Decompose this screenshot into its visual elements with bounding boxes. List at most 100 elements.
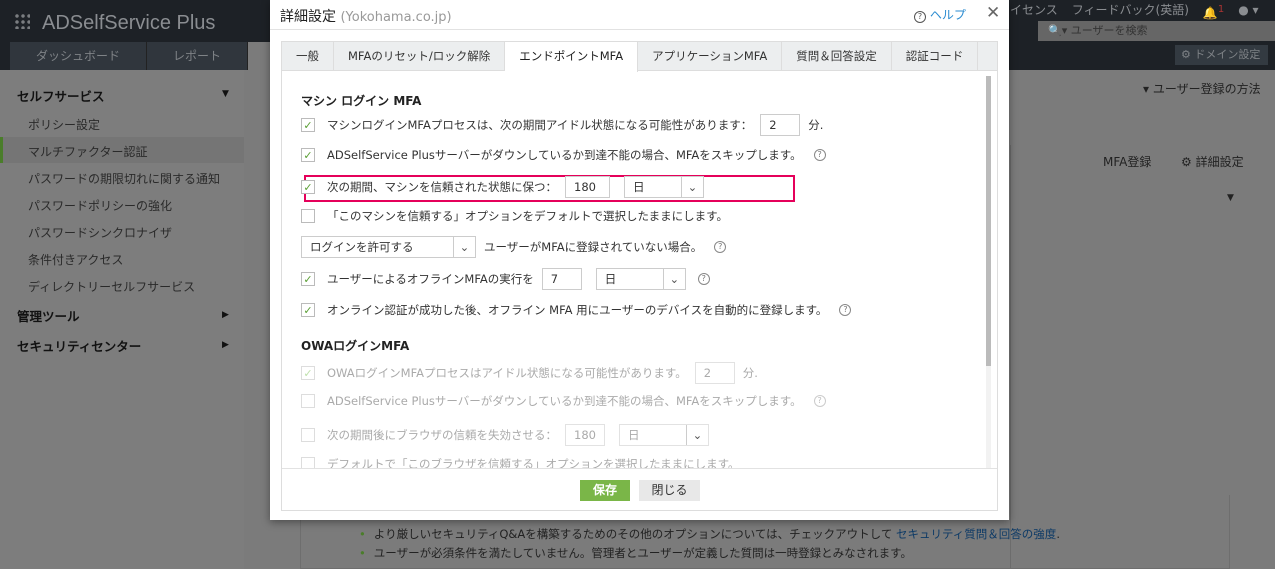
owa-idle-label: OWAログインMFAプロセスはアイドル状態になる可能性があります。 bbox=[327, 366, 687, 380]
endpoint-mfa-settings: マシン ログイン MFA ✓ マシンログインMFAプロセスは、次の期間アイドル状態… bbox=[282, 72, 982, 468]
not-enrolled-action-select[interactable]: ログインを許可する ⌄ bbox=[301, 236, 476, 258]
owa-idle-unit: 分. bbox=[742, 366, 758, 380]
sidebar-item-expiry-notification[interactable]: パスワードの期限切れに関する通知 bbox=[28, 170, 220, 187]
tab-general[interactable]: 一般 bbox=[282, 42, 334, 70]
tab-qa-settings[interactable]: 質問＆回答設定 bbox=[782, 42, 892, 70]
sidebar-item-directory-self-service[interactable]: ディレクトリーセルフサービス bbox=[28, 278, 195, 295]
machine-trust-default-checkbox[interactable] bbox=[301, 209, 315, 223]
settings-tabs: 一般 MFAのリセット/ロック解除 エンドポイントMFA アプリケーションMFA… bbox=[282, 42, 997, 72]
machine-trust-checkbox[interactable]: ✓ bbox=[301, 180, 315, 194]
bullet-text: より厳しいセキュリティQ&Aを構築するためのその他のオプションについては、チェッ… bbox=[373, 527, 896, 541]
dialog-header: 詳細設定 (Yokohama.co.jp) ? ヘルプ ✕ bbox=[270, 0, 1009, 30]
chevron-down-icon: ⌄ bbox=[686, 425, 708, 445]
owa-expire-label: 次の期間後にブラウザの信頼を失効させる： bbox=[327, 428, 557, 442]
machine-idle-unit: 分. bbox=[808, 118, 824, 132]
owa-idle-input[interactable]: 2 bbox=[694, 362, 735, 384]
help-icon: ? bbox=[914, 11, 926, 23]
machine-skip-label: ADSelfService Plusサーバーがダウンしているか到達不能の場合、M… bbox=[327, 148, 802, 162]
owa-skip-checkbox[interactable] bbox=[301, 394, 315, 408]
bullet-end: . bbox=[1056, 527, 1060, 541]
caret-down-icon: ▼ bbox=[222, 89, 229, 99]
owa-expire-input[interactable]: 180 bbox=[565, 424, 605, 446]
nav-tab-reports[interactable]: レポート bbox=[147, 42, 249, 70]
machine-trust-label: 次の期間、マシンを信頼された状態に保つ： bbox=[327, 180, 557, 194]
mfa-enroll-button[interactable]: MFA登録 bbox=[1103, 153, 1151, 170]
owa-expire-unit-select[interactable]: 日 ⌄ bbox=[619, 424, 709, 446]
machine-idle-checkbox[interactable]: ✓ bbox=[301, 118, 315, 132]
offline-mfa-unit-select[interactable]: 日 ⌄ bbox=[595, 268, 686, 290]
sidebar-item-conditional-access[interactable]: 条件付きアクセス bbox=[28, 251, 123, 268]
owa-expire-checkbox[interactable] bbox=[301, 428, 315, 442]
advanced-settings-button[interactable]: ⚙ 詳細設定 bbox=[1181, 153, 1244, 170]
sidebar-item-password-policy[interactable]: パスワードポリシーの強化 bbox=[28, 197, 172, 214]
help-link[interactable]: ? ヘルプ bbox=[910, 6, 966, 23]
license-link[interactable]: イセンス bbox=[1010, 0, 1058, 20]
sidebar-item-policy[interactable]: ポリシー設定 bbox=[28, 116, 100, 133]
sidebar-section-security-center[interactable]: セキュリティセンター bbox=[17, 336, 141, 355]
help-icon[interactable]: ? bbox=[813, 395, 826, 407]
owa-idle-checkbox[interactable]: ✓ bbox=[301, 366, 315, 380]
info-bullet: ユーザーが必須条件を満たしていません。管理者とユーザーが定義した質問は一時登録と… bbox=[359, 545, 912, 561]
tab-verification-code[interactable]: 認証コード bbox=[892, 42, 979, 70]
machine-trust-unit-select[interactable]: 日 ⌄ bbox=[624, 176, 704, 198]
advanced-settings-dialog: 詳細設定 (Yokohama.co.jp) ? ヘルプ ✕ 一般 MFAのリセッ… bbox=[270, 0, 1009, 520]
bell-icon[interactable]: 🔔1 bbox=[1203, 0, 1224, 20]
apps-grid-icon[interactable] bbox=[14, 13, 30, 29]
tab-mfa-reset[interactable]: MFAのリセット/ロック解除 bbox=[334, 42, 506, 70]
search-placeholder: ユーザーを検索 bbox=[1070, 24, 1148, 37]
domain-settings-button[interactable]: ⚙ ドメイン設定 bbox=[1175, 45, 1268, 65]
help-icon[interactable]: ? bbox=[697, 273, 710, 285]
security-qa-strength-link[interactable]: セキュリティ質問＆回答の強度 bbox=[896, 527, 1056, 541]
help-icon[interactable]: ? bbox=[839, 304, 852, 316]
help-label: ヘルプ bbox=[929, 8, 966, 22]
help-icon[interactable]: ? bbox=[813, 149, 826, 161]
save-button[interactable]: 保存 bbox=[580, 480, 630, 501]
not-enrolled-label: ユーザーがMFAに登録されていない場合。 bbox=[484, 240, 703, 254]
owa-skip-label: ADSelfService Plusサーバーがダウンしているか到達不能の場合、M… bbox=[327, 394, 802, 408]
machine-skip-checkbox[interactable]: ✓ bbox=[301, 148, 315, 162]
sidebar-section-admin-tools[interactable]: 管理ツール bbox=[17, 306, 80, 325]
offline-mfa-input[interactable]: 7 bbox=[541, 268, 582, 290]
close-button[interactable]: 閉じる bbox=[639, 480, 700, 501]
dialog-domain: (Yokohama.co.jp) bbox=[340, 10, 452, 25]
close-icon[interactable]: ✕ bbox=[986, 3, 1000, 23]
machine-trust-unit: 日 bbox=[633, 180, 645, 194]
machine-login-heading: マシン ログイン MFA bbox=[301, 94, 422, 108]
app-logo[interactable]: ADSelfService Plus bbox=[14, 12, 215, 35]
tab-application-mfa[interactable]: アプリケーションMFA bbox=[638, 42, 783, 70]
search-icon: 🔍▾ bbox=[1048, 24, 1071, 37]
nav-tab-dashboard[interactable]: ダッシュボード bbox=[10, 42, 148, 70]
sidebar-item-password-sync[interactable]: パスワードシンクロナイザ bbox=[28, 224, 172, 241]
auto-enroll-label: オンライン認証が成功した後、オフライン MFA 用にユーザーのデバイスを自動的に… bbox=[327, 303, 828, 317]
owa-login-heading: OWAログインMFA bbox=[301, 339, 410, 353]
domain-settings-label: ドメイン設定 bbox=[1194, 48, 1261, 61]
machine-trust-input[interactable]: 180 bbox=[565, 176, 610, 198]
enroll-method-dropdown[interactable]: ▾ ユーザー登録の方法 bbox=[1143, 80, 1261, 97]
auto-enroll-checkbox[interactable]: ✓ bbox=[301, 303, 315, 317]
tab-endpoint-mfa[interactable]: エンドポイントMFA bbox=[505, 42, 639, 72]
machine-trust-default-label: 「このマシンを信頼する」オプションをデフォルトで選択したままにします。 bbox=[327, 209, 729, 223]
scrollbar-thumb[interactable] bbox=[986, 76, 991, 366]
notification-badge: 1 bbox=[1217, 4, 1225, 15]
dialog-title-text: 詳細設定 bbox=[280, 9, 336, 25]
sidebar-section-self-service[interactable]: セルフサービス bbox=[17, 86, 105, 105]
offline-mfa-checkbox[interactable]: ✓ bbox=[301, 272, 315, 286]
owa-expire-unit: 日 bbox=[628, 428, 640, 442]
dialog-content: 一般 MFAのリセット/ロック解除 エンドポイントMFA アプリケーションMFA… bbox=[281, 41, 998, 511]
scrollbar[interactable] bbox=[986, 76, 991, 468]
collapse-caret-icon[interactable]: ▼ bbox=[1227, 193, 1234, 203]
app-title: ADSelfService Plus bbox=[42, 12, 216, 34]
top-links: イセンス フィードバック(英語) 🔔1 ● ▾ bbox=[1010, 0, 1259, 20]
feedback-link[interactable]: フィードバック(英語) bbox=[1072, 0, 1189, 20]
not-enrolled-action-value: ログインを許可する bbox=[310, 240, 414, 254]
sidebar-item-mfa[interactable]: マルチファクター認証 bbox=[28, 143, 148, 160]
machine-idle-input[interactable]: 2 bbox=[760, 114, 801, 136]
help-icon[interactable]: ? bbox=[714, 241, 727, 253]
advanced-settings-label: 詳細設定 bbox=[1195, 155, 1244, 169]
user-avatar-icon[interactable]: ● ▾ bbox=[1238, 0, 1258, 20]
owa-default-checkbox[interactable] bbox=[301, 457, 315, 468]
info-bullet: より厳しいセキュリティQ&Aを構築するためのその他のオプションについては、チェッ… bbox=[359, 526, 1060, 542]
user-search-input[interactable]: 🔍▾ ユーザーを検索 bbox=[1038, 21, 1275, 41]
enroll-method-label: ユーザー登録の方法 bbox=[1152, 82, 1261, 96]
chevron-down-icon: ⌄ bbox=[662, 269, 685, 289]
